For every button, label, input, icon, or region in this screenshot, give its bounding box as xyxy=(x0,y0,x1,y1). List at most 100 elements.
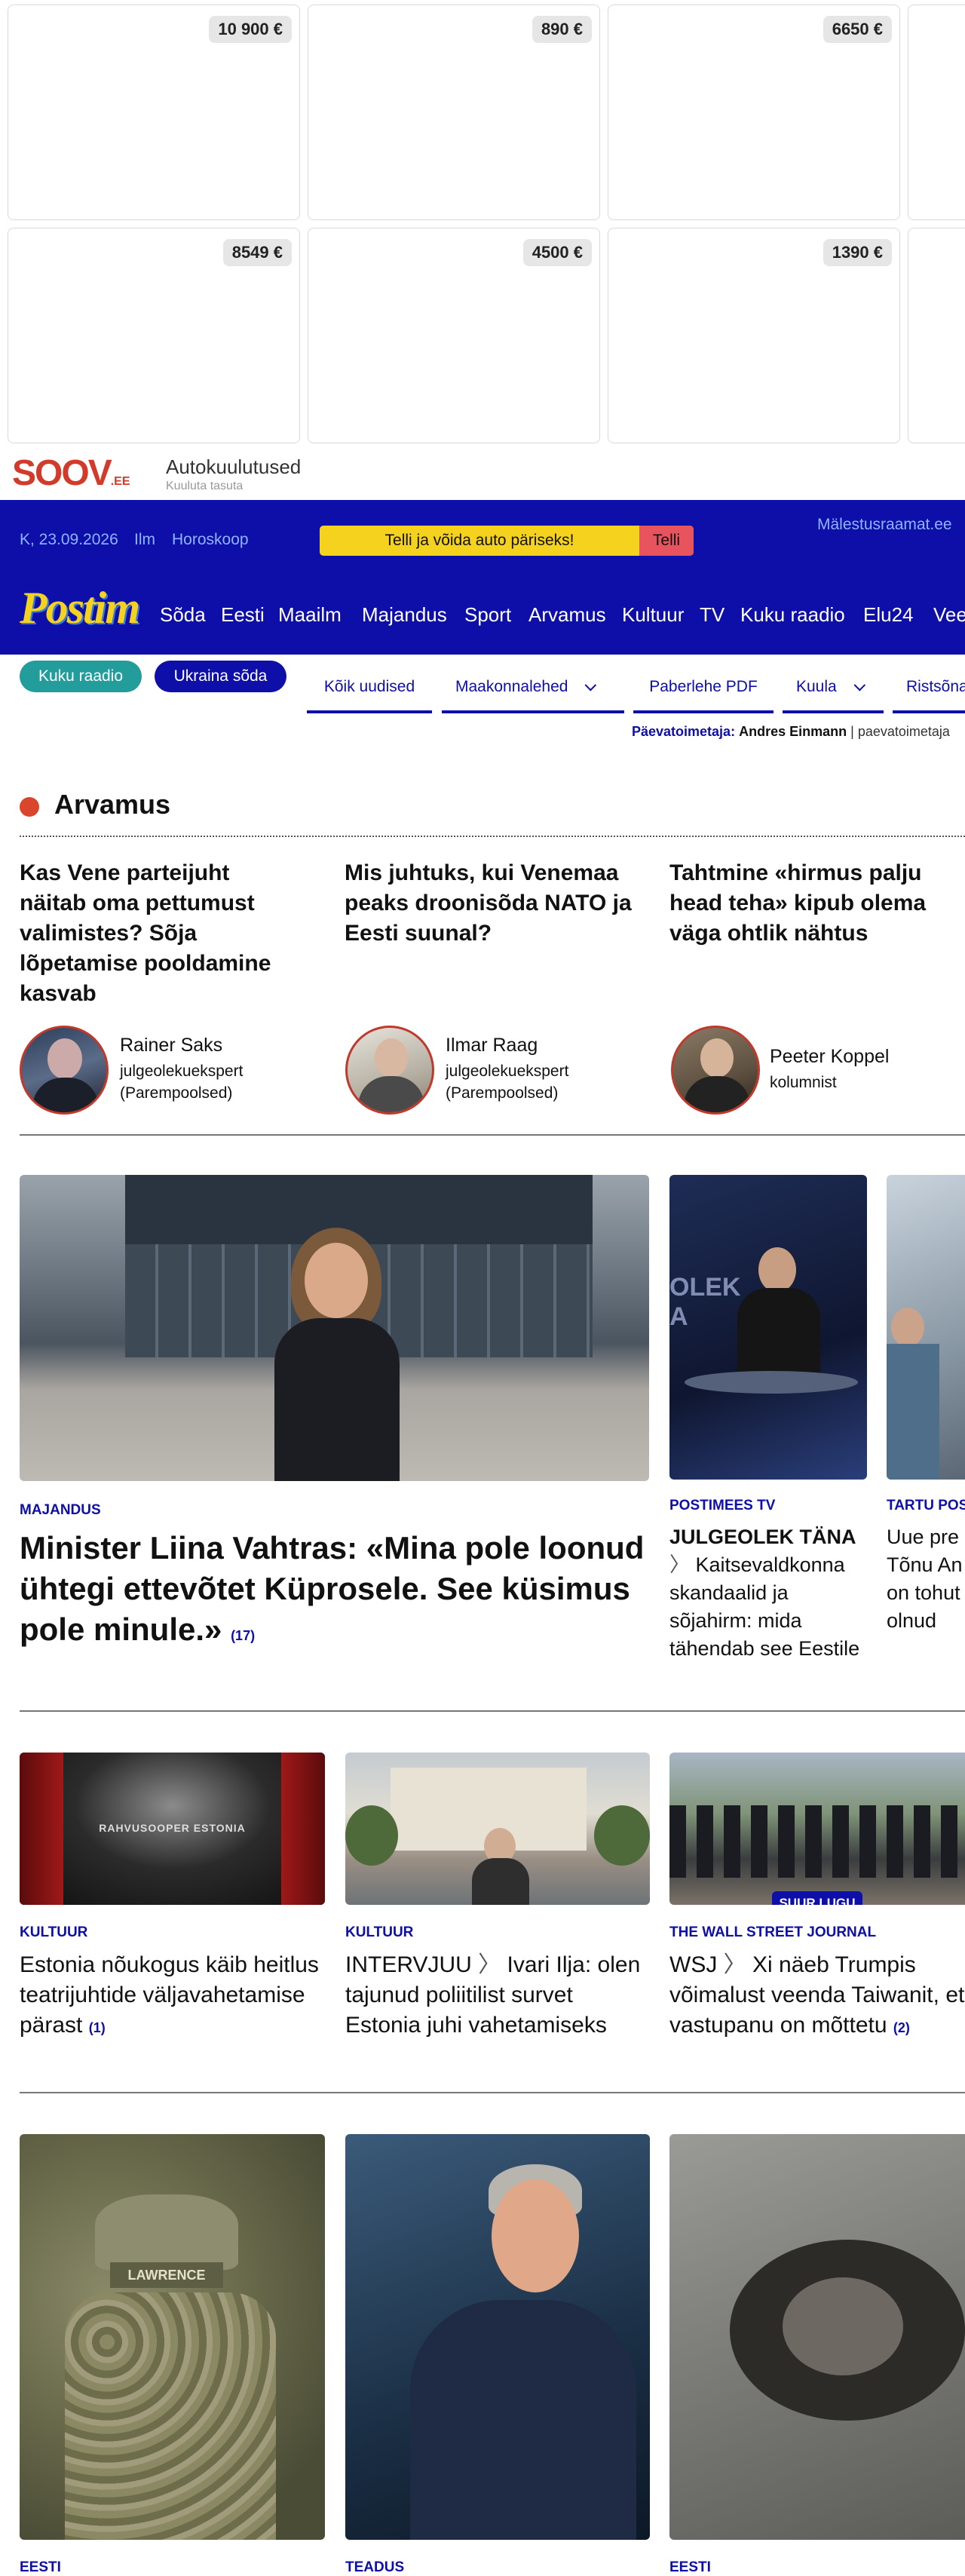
opinion-title[interactable]: Tahtmine «hirmus palju head teha» kipub … xyxy=(669,858,956,949)
ad-card[interactable]: 1390 € xyxy=(608,228,900,443)
ad-card[interactable]: 8549 € xyxy=(8,228,300,443)
article-category[interactable]: TARTU POS xyxy=(887,1498,965,1514)
ad-card[interactable]: 10 900 € xyxy=(8,5,300,220)
person-face xyxy=(891,1308,924,1347)
person-body xyxy=(274,1318,400,1481)
story-image[interactable] xyxy=(669,2134,965,2540)
comment-count[interactable]: (1) xyxy=(89,2020,106,2035)
author-role: kolumnist xyxy=(770,1074,837,1091)
section-dot-icon xyxy=(20,797,39,817)
chevron-down-icon xyxy=(585,679,597,692)
memorial-link[interactable]: Mälestusraamat.ee xyxy=(817,516,952,534)
soov-subtitle: Kuuluta tasuta xyxy=(166,480,244,492)
title-prefix: WSJ xyxy=(669,1952,718,1977)
article-category[interactable]: KULTUUR xyxy=(345,1924,413,1941)
tab-label: Maakonnalehed xyxy=(455,678,568,695)
section-title[interactable]: Arvamus xyxy=(54,789,170,820)
kuku-radio-pill[interactable]: Kuku raadio xyxy=(20,661,142,692)
story-image[interactable] xyxy=(345,1753,650,1905)
nav-item[interactable]: Arvamus xyxy=(528,603,606,627)
opinion-title[interactable]: Mis juhtuks, kui Venemaa peaks droonisõd… xyxy=(345,858,639,949)
author-name[interactable]: Ilmar Raag xyxy=(446,1035,538,1056)
author-name[interactable]: Peeter Koppel xyxy=(770,1046,889,1068)
story-image[interactable]: RAHVUSOOPER ESTONIA xyxy=(20,1753,325,1905)
overlay-text: RAHVUSOOPER ESTONIA xyxy=(99,1822,246,1834)
author-role: julgeolekuekspert xyxy=(120,1063,244,1080)
article-title[interactable]: WSJ 〉 Xi näeb Trumpis võimalust veenda T… xyxy=(669,1950,965,2043)
author-avatar[interactable] xyxy=(20,1026,109,1115)
ad-card[interactable] xyxy=(908,228,965,443)
side-article-title[interactable]: JULGEOLEK TÄNA 〉 Kaitsevaldkonna skandaa… xyxy=(669,1523,867,1663)
nav-item[interactable]: Vee xyxy=(933,603,965,627)
author-name[interactable]: Rainer Saks xyxy=(120,1035,222,1056)
nav-item[interactable]: Eesti xyxy=(221,603,265,627)
tab-listen[interactable]: Kuula xyxy=(783,664,884,713)
avatar-face xyxy=(700,1038,734,1078)
divider xyxy=(20,1710,965,1712)
editor-line: Päevatoimetaja: Andres Einmann | paevato… xyxy=(632,724,950,739)
divider xyxy=(20,2092,965,2093)
comment-count[interactable]: (17) xyxy=(231,1628,255,1643)
nav-item[interactable]: Elu24 xyxy=(863,603,914,627)
promo-button[interactable]: Telli xyxy=(639,526,694,556)
ukraine-war-pill[interactable]: Ukraina sõda xyxy=(155,661,286,692)
nav-item[interactable]: TV xyxy=(700,603,725,627)
comment-count[interactable]: (2) xyxy=(893,2020,910,2035)
author-role: julgeolekuekspert xyxy=(446,1063,569,1080)
tab-all-news[interactable]: Kõik uudised xyxy=(307,664,432,713)
avatar-body xyxy=(32,1078,99,1112)
nav-item[interactable]: Sõda xyxy=(160,603,206,627)
tab-crossword[interactable]: Ristsõna xyxy=(893,664,965,713)
ad-price: 10 900 € xyxy=(209,16,292,43)
author-party: (Parempoolsed) xyxy=(446,1084,559,1102)
postimees-logo[interactable]: Postim xyxy=(20,582,140,634)
promo-banner[interactable]: Telli ja võida auto päriseks! Telli xyxy=(320,526,694,556)
ad-card[interactable]: 6650 € xyxy=(608,5,900,220)
section-divider xyxy=(20,836,965,837)
author-avatar[interactable] xyxy=(345,1026,434,1115)
avatar-body xyxy=(358,1076,424,1112)
nav-item[interactable]: Sport xyxy=(464,603,511,627)
title-text: Estonia nõukogus käib heitlus teatrijuht… xyxy=(20,1952,319,2038)
main-story-image[interactable] xyxy=(20,1175,649,1481)
story-image[interactable]: SUUR LUGU xyxy=(669,1753,965,1905)
person-body xyxy=(472,1858,529,1905)
article-category[interactable]: POSTIMEES TV xyxy=(669,1498,775,1514)
ad-card[interactable]: 890 € xyxy=(308,5,600,220)
animal-face xyxy=(783,2277,903,2375)
divider xyxy=(20,1134,965,1136)
author-party: (Parempoolsed) xyxy=(120,1084,233,1102)
story-image[interactable]: LAWRENCE xyxy=(20,2134,325,2540)
article-title[interactable]: INTERVJUU 〉 Ivari Ilja: olen tajunud pol… xyxy=(345,1950,650,2041)
chevron-down-icon xyxy=(853,679,865,692)
title-prefix: JULGEOLEK TÄNA xyxy=(669,1526,856,1548)
opinion-title[interactable]: Kas Vene parteijuht näitab oma pettumust… xyxy=(20,858,299,1009)
side-article-title[interactable]: Uue pre Tõnu An on tohut olnud xyxy=(887,1523,965,1636)
nav-item[interactable]: Majandus xyxy=(362,603,447,627)
article-category[interactable]: THE WALL STREET JOURNAL xyxy=(669,1924,876,1941)
editor-name: Andres Einmann xyxy=(739,724,847,739)
side-story-image[interactable]: OLEK A xyxy=(669,1175,867,1480)
person-face xyxy=(492,2179,579,2292)
avatar-body xyxy=(684,1076,750,1112)
author-avatar[interactable] xyxy=(671,1026,760,1115)
article-category[interactable]: MAJANDUS xyxy=(20,1502,101,1519)
main-article-title[interactable]: Minister Liina Vahtras: «Mina pole loonu… xyxy=(20,1528,649,1656)
article-title[interactable]: Estonia nõukogus käib heitlus teatrijuht… xyxy=(20,1950,325,2043)
horoscope-link[interactable]: Horoskoop xyxy=(172,531,249,549)
tab-paper-pdf[interactable]: Paberlehe PDF xyxy=(633,664,774,713)
ad-card[interactable] xyxy=(908,5,965,220)
soov-title[interactable]: Autokuulutused xyxy=(166,455,301,479)
tab-county-papers[interactable]: Maakonnalehed xyxy=(442,664,624,713)
side-story-image[interactable] xyxy=(887,1175,965,1480)
ad-card[interactable]: 4500 € xyxy=(308,228,600,443)
building-roof xyxy=(125,1175,593,1244)
nav-item[interactable]: Kultuur xyxy=(622,603,684,627)
article-category[interactable]: KULTUUR xyxy=(20,1924,87,1941)
story-image[interactable] xyxy=(345,2134,650,2540)
soov-logo[interactable]: SOOV.EE xyxy=(12,452,130,494)
weather-link[interactable]: Ilm xyxy=(134,531,155,549)
nav-item[interactable]: Kuku raadio xyxy=(740,603,845,627)
ad-price: 1390 € xyxy=(823,239,892,266)
nav-item[interactable]: Maailm xyxy=(278,603,342,627)
